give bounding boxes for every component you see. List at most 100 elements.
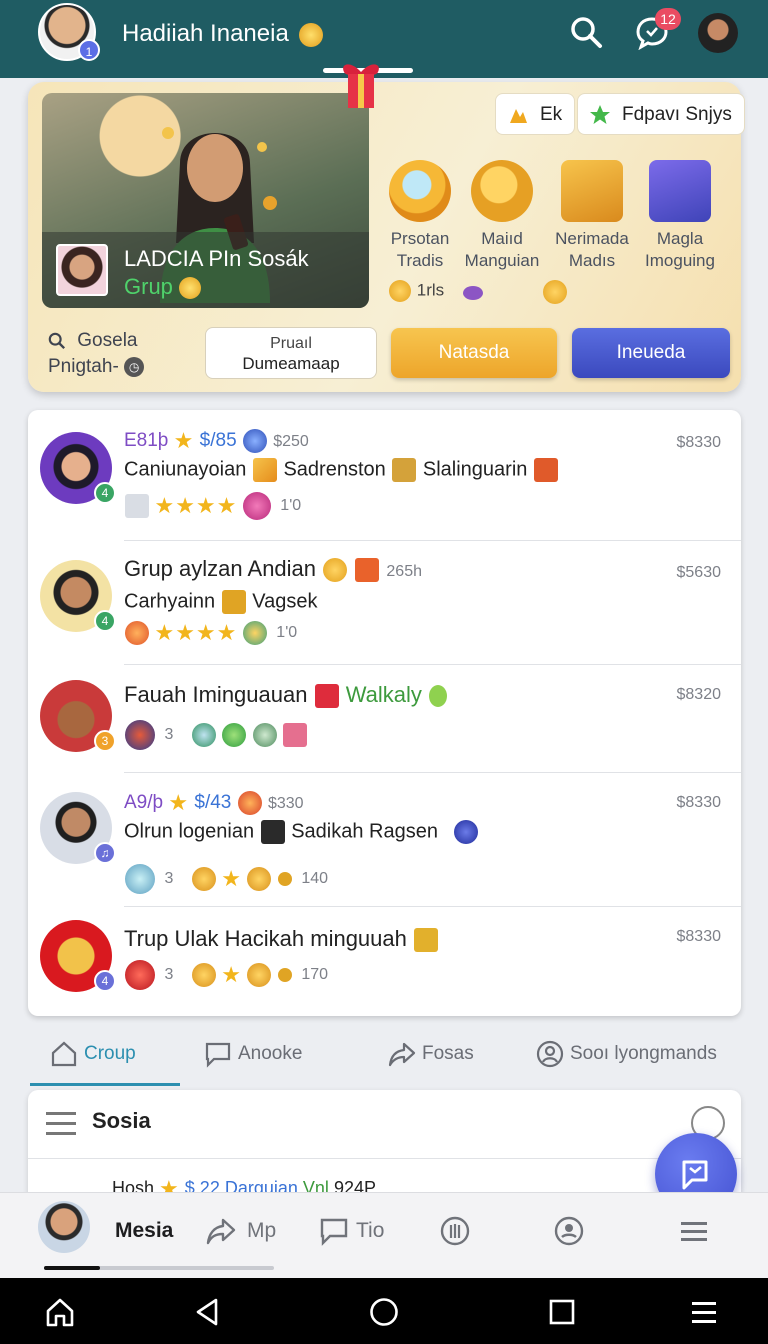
chip-star[interactable]: Fdpavı Snjys bbox=[577, 93, 745, 135]
group-price: $8320 bbox=[676, 686, 722, 703]
group-rating: 3 ★ 140 bbox=[124, 864, 328, 894]
row-divider bbox=[124, 772, 741, 773]
nav-mesia[interactable]: Mesia bbox=[115, 1219, 173, 1243]
reward-item[interactable]: Nerimada Madıs bbox=[544, 160, 640, 272]
melon-icon bbox=[222, 723, 247, 747]
list-item[interactable]: ♫ A9/þ ★ $/43 $330 $8330 Olrun logenian … bbox=[28, 772, 741, 906]
list-item[interactable]: 3 Fauah Iminguauan Walkaly $8320 3 bbox=[28, 664, 741, 772]
notification-badge: 12 bbox=[655, 8, 681, 30]
star-icon bbox=[590, 105, 610, 124]
chip-ek-label: Ek bbox=[540, 104, 563, 125]
coin-icon bbox=[191, 867, 216, 891]
hero-subtitle: Grup bbox=[124, 274, 202, 300]
coin-icon bbox=[179, 277, 202, 300]
coin-icon bbox=[191, 963, 216, 987]
nav-mp[interactable]: Mp bbox=[247, 1219, 276, 1243]
hero-title: LADCIA PIn Sosák bbox=[124, 246, 309, 271]
promo-hero-banner[interactable]: LADCIA PIn Sosák Grup bbox=[42, 93, 369, 308]
group-subtitle-part: Carhyainn bbox=[124, 590, 216, 613]
group-subtitle: Carhyainn Vagsek bbox=[124, 590, 318, 614]
menu-icon[interactable] bbox=[678, 1215, 710, 1247]
group-title: Trup Ulak Hacikah minguuah bbox=[124, 926, 439, 953]
tab-sooi-lyongmands[interactable]: Sooı lyongmands bbox=[536, 1040, 717, 1068]
hero-thumbnail bbox=[56, 244, 108, 296]
reward-item[interactable]: Maiıd Manguian bbox=[454, 160, 550, 272]
star-icon: ★ bbox=[154, 620, 175, 645]
coin-icon bbox=[299, 22, 324, 47]
reward-label: Nerimada bbox=[555, 229, 629, 248]
reward-label: Maiıd bbox=[481, 229, 523, 248]
gift-bow-icon bbox=[343, 64, 379, 108]
star-icon: ★ bbox=[221, 866, 241, 891]
crossed-swords-icon bbox=[252, 458, 277, 482]
menu-icon[interactable] bbox=[46, 1110, 76, 1138]
orb-icon bbox=[242, 429, 267, 453]
smiley-icon[interactable] bbox=[553, 1215, 585, 1247]
chip-star-label: Fdpavı Snjys bbox=[622, 104, 732, 125]
ineueda-button[interactable]: Ineueda bbox=[572, 328, 730, 378]
gem-icon bbox=[463, 286, 483, 300]
panel-title: Sosia bbox=[92, 1108, 151, 1133]
back-icon[interactable] bbox=[192, 1296, 224, 1328]
group-list: 4 E81þ ★ $/85 $250 $8330 Caniunayoian Sa… bbox=[28, 410, 741, 1016]
group-meta: E81þ ★ $/85 $250 bbox=[124, 428, 309, 454]
menu-icon[interactable] bbox=[688, 1296, 720, 1328]
list-item[interactable]: 4 E81þ ★ $/85 $250 $8330 Caniunayoian Sa… bbox=[28, 410, 741, 540]
clock-icon: ◷ bbox=[124, 356, 145, 377]
chip-ek[interactable]: Ek bbox=[495, 93, 576, 135]
member-count: 3 bbox=[164, 726, 174, 743]
reward-label: Manguian bbox=[464, 251, 540, 270]
tab-fosas[interactable]: Fosas bbox=[388, 1040, 474, 1068]
section-tabs: Croup Anooke Fosas Sooı lyongmands bbox=[28, 1030, 741, 1086]
dice-icon bbox=[260, 820, 285, 844]
natasda-button[interactable]: Natasda bbox=[391, 328, 557, 378]
hero-caption: LADCIA PIn Sosák Grup bbox=[42, 232, 369, 308]
circle-home-icon[interactable] bbox=[368, 1296, 400, 1328]
cup-icon bbox=[125, 494, 149, 518]
page-title-text: Hadiiah Inaneia bbox=[122, 20, 289, 47]
balloon-icon bbox=[277, 968, 292, 982]
promo-search[interactable]: Gosela Pnigtah- ◷ bbox=[48, 328, 145, 380]
group-price: $5630 bbox=[676, 564, 722, 581]
share-arrow-icon[interactable] bbox=[205, 1215, 237, 1247]
list-item[interactable]: 4 Grup aylzan Andian 265h $5630 Carhyain… bbox=[28, 540, 741, 664]
level-badge: 3 bbox=[94, 730, 116, 752]
balloon-icon bbox=[277, 872, 292, 886]
friend-avatar[interactable] bbox=[698, 13, 738, 53]
flame-icon bbox=[510, 109, 527, 123]
coin-icon bbox=[247, 963, 272, 987]
star-icon: ★ bbox=[175, 620, 195, 645]
reward-item[interactable]: Magla Imoguing bbox=[632, 160, 728, 272]
profile-avatar[interactable]: 1 bbox=[38, 3, 100, 61]
badge-icon bbox=[242, 492, 271, 520]
group-title: Fauah Iminguauan Walkaly bbox=[124, 682, 448, 709]
share-arrow-icon bbox=[388, 1042, 416, 1067]
group-rating: 3 bbox=[124, 720, 308, 750]
nav-tio[interactable]: Tio bbox=[356, 1219, 384, 1243]
member-count: 1'0 bbox=[280, 497, 302, 514]
group-price: $8330 bbox=[676, 928, 722, 945]
comment-icon[interactable] bbox=[318, 1215, 350, 1247]
dumeamaap-button[interactable]: Pruaıl Dumeamaap bbox=[205, 327, 377, 379]
shield-icon[interactable] bbox=[439, 1215, 471, 1247]
level-badge: 4 bbox=[94, 482, 116, 504]
search-icon[interactable] bbox=[568, 14, 604, 50]
group-title-text: Grup aylzan Andian bbox=[124, 556, 317, 581]
list-item[interactable]: 4 Trup Ulak Hacikah minguuah $8330 3 ★ 1… bbox=[28, 906, 741, 1016]
row-divider bbox=[124, 906, 741, 907]
home-icon[interactable] bbox=[44, 1296, 76, 1328]
group-rating: 3 ★ 170 bbox=[124, 960, 328, 990]
group-avatar: 3 bbox=[40, 680, 116, 752]
member-count: 3 bbox=[164, 966, 174, 983]
gift-icon bbox=[314, 684, 339, 709]
group-meta: A9/þ ★ $/43 $330 bbox=[124, 790, 304, 816]
my-avatar[interactable] bbox=[38, 1201, 90, 1253]
group-rating: ★★★★ 1'0 bbox=[124, 492, 301, 522]
tab-croup[interactable]: Croup bbox=[50, 1040, 136, 1068]
group-subtitle: Olrun logenian Sadikah Ragsen bbox=[124, 820, 479, 844]
balloon-icon bbox=[429, 685, 448, 708]
group-rating: ★★★★ 1'0 bbox=[124, 620, 297, 650]
recents-icon[interactable] bbox=[546, 1296, 578, 1328]
tab-anooke[interactable]: Anooke bbox=[204, 1040, 302, 1068]
reward-label: Imoguing bbox=[645, 251, 715, 270]
